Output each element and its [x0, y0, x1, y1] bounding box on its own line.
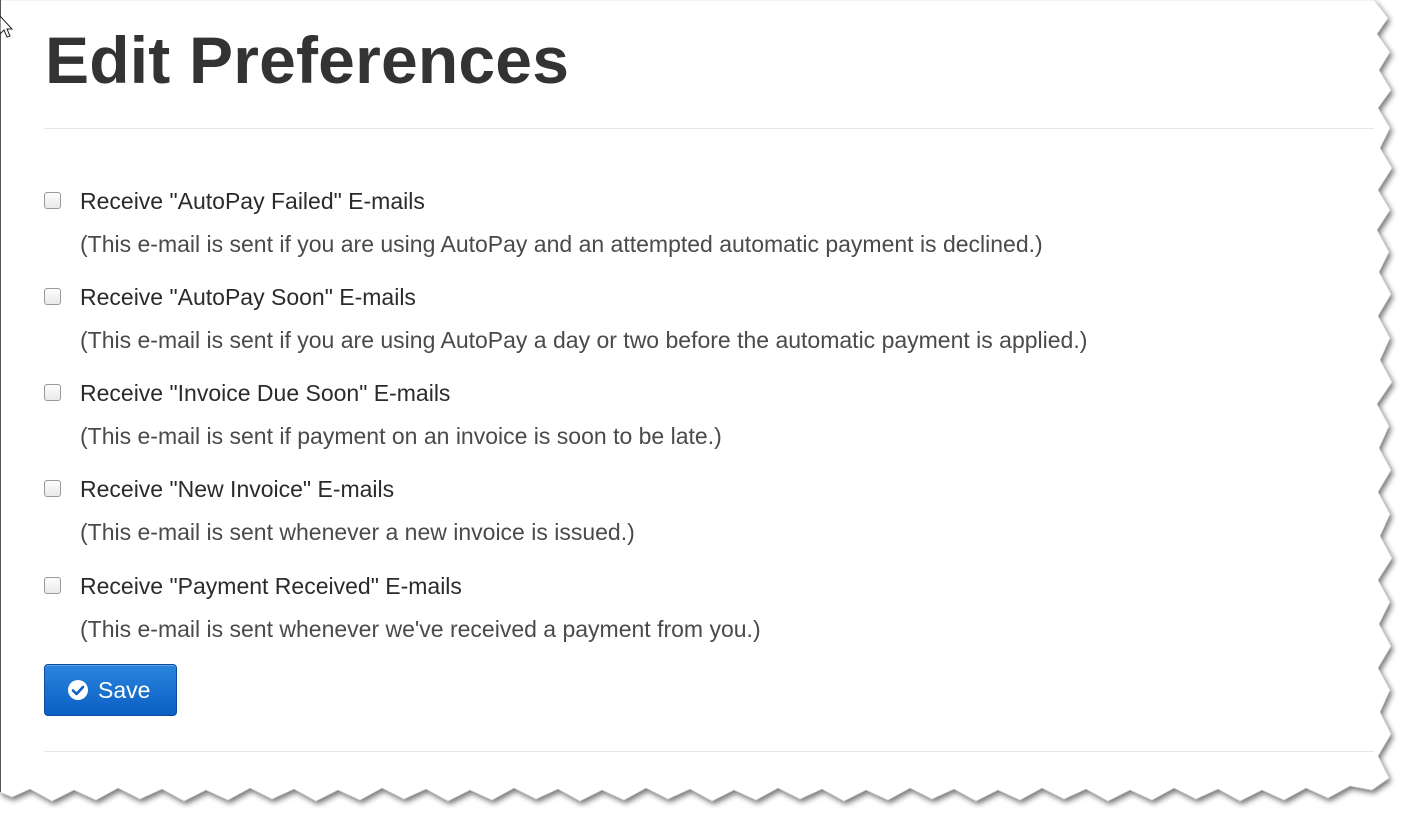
- check-circle-icon: [68, 680, 88, 700]
- invoice-due-soon-label[interactable]: Receive "Invoice Due Soon" E-mails: [80, 381, 450, 405]
- autopay-soon-label[interactable]: Receive "AutoPay Soon" E-mails: [80, 285, 416, 309]
- invoice-due-soon-description: (This e-mail is sent if payment on an in…: [80, 423, 722, 449]
- invoice-due-soon-checkbox[interactable]: [44, 384, 61, 401]
- screenshot-frame: Edit Preferences Receive "AutoPay Failed…: [0, 0, 1409, 829]
- autopay-failed-description: (This e-mail is sent if you are using Au…: [80, 231, 1043, 257]
- new-invoice-description: (This e-mail is sent whenever a new invo…: [80, 519, 635, 545]
- footer-divider: [44, 751, 1374, 752]
- new-invoice-label[interactable]: Receive "New Invoice" E-mails: [80, 477, 394, 501]
- save-button-label: Save: [98, 677, 151, 703]
- payment-received-description: (This e-mail is sent whenever we've rece…: [80, 616, 761, 642]
- autopay-failed-label[interactable]: Receive "AutoPay Failed" E-mails: [80, 189, 425, 213]
- payment-received-label[interactable]: Receive "Payment Received" E-mails: [80, 574, 462, 598]
- page-title: Edit Preferences: [45, 23, 570, 97]
- payment-received-checkbox[interactable]: [44, 577, 61, 594]
- mouse-pointer-icon: [0, 15, 14, 38]
- autopay-failed-checkbox[interactable]: [44, 192, 61, 209]
- new-invoice-checkbox[interactable]: [44, 480, 61, 497]
- autopay-soon-description: (This e-mail is sent if you are using Au…: [80, 327, 1088, 353]
- save-button[interactable]: Save: [44, 664, 177, 716]
- title-divider: [44, 128, 1374, 129]
- autopay-soon-checkbox[interactable]: [44, 288, 61, 305]
- preferences-panel: Edit Preferences Receive "AutoPay Failed…: [0, 0, 1409, 829]
